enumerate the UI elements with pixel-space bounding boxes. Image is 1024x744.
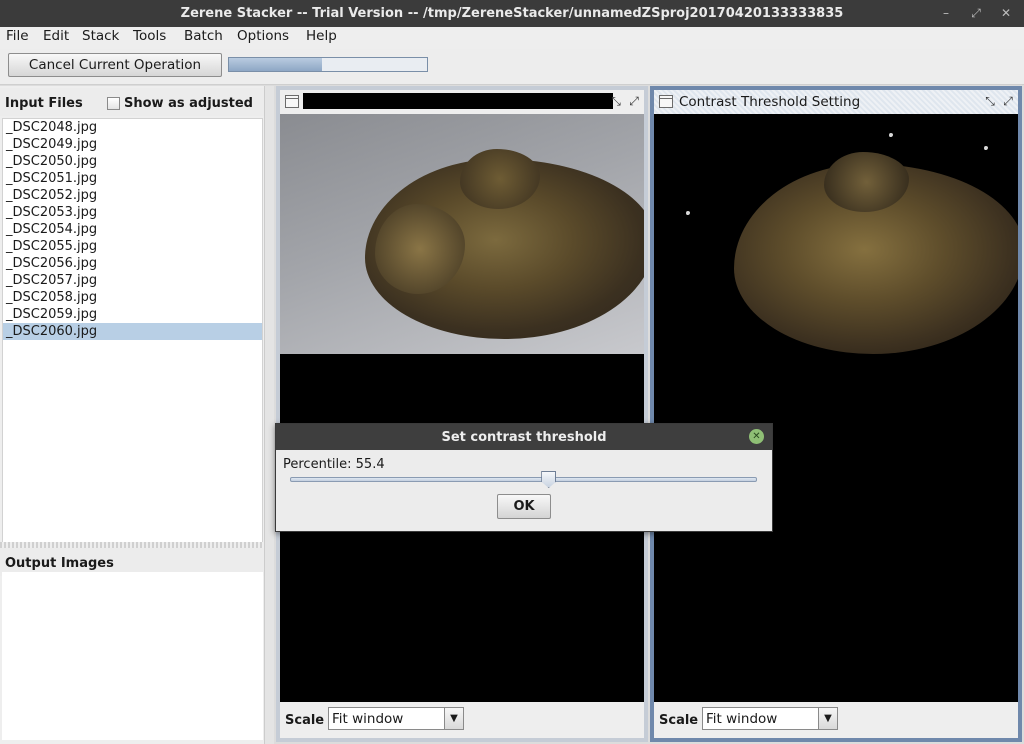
menu-batch[interactable]: Batch <box>184 27 223 49</box>
file-list-item[interactable]: _DSC2049.jpg <box>3 136 262 153</box>
threshold-frame-footer: Scale Fit window ▼ <box>654 702 1018 738</box>
file-list-item[interactable]: _DSC2055.jpg <box>3 238 262 255</box>
menu-tools[interactable]: Tools <box>133 27 166 49</box>
percentile-slider-track[interactable] <box>290 477 757 482</box>
minimize-frame-icon[interactable]: ⤡ <box>982 93 998 109</box>
speck <box>984 146 988 150</box>
file-list-item[interactable]: _DSC2051.jpg <box>3 170 262 187</box>
menu-stack[interactable]: Stack <box>82 27 119 49</box>
input-files-header: Input Files Show as adjusted <box>0 88 264 116</box>
file-list-item[interactable]: _DSC2056.jpg <box>3 255 262 272</box>
scale-label: Scale <box>659 713 699 728</box>
scale-value: Fit window <box>332 711 404 727</box>
percentile-label: Percentile: 55.4 <box>283 457 385 472</box>
vertical-splitter[interactable] <box>264 86 274 744</box>
file-list-item[interactable]: _DSC2060.jpg <box>3 323 262 340</box>
progress-bar <box>228 57 428 72</box>
file-list-item[interactable]: _DSC2052.jpg <box>3 187 262 204</box>
file-list-item[interactable]: _DSC2048.jpg <box>3 119 262 136</box>
speck <box>889 133 893 137</box>
scale-value: Fit window <box>706 711 778 727</box>
redacted-title-bar <box>303 93 613 109</box>
file-list-item[interactable]: _DSC2059.jpg <box>3 306 262 323</box>
close-icon[interactable]: ✕ <box>998 5 1014 21</box>
input-files-title: Input Files <box>5 96 83 111</box>
threshold-image-view[interactable] <box>654 114 1018 702</box>
file-list-item[interactable]: _DSC2057.jpg <box>3 272 262 289</box>
frame-icon <box>659 95 673 108</box>
progress-fill <box>229 58 323 71</box>
menu-options[interactable]: Options <box>237 27 289 49</box>
threshold-image-frame: Contrast Threshold Setting ⤡ ⤢ Scale Fit… <box>650 86 1022 742</box>
window-title: Zerene Stacker -- Trial Version -- /tmp/… <box>180 6 844 21</box>
left-panel: Input Files Show as adjusted _DSC2048.jp… <box>0 86 270 744</box>
ok-button[interactable]: OK <box>497 494 551 519</box>
scale-combobox[interactable]: Fit window ▼ <box>702 707 838 730</box>
maximize-frame-icon[interactable]: ⤢ <box>626 93 642 109</box>
frame-icon <box>285 95 299 108</box>
toolbar: Cancel Current Operation <box>0 49 1024 85</box>
output-image-list[interactable] <box>2 572 263 740</box>
show-adjusted-label[interactable]: Show as adjusted <box>124 96 253 111</box>
output-images-title: Output Images <box>5 556 114 571</box>
source-frame-footer: Scale Fit window ▼ <box>280 702 644 738</box>
show-adjusted-checkbox[interactable] <box>107 97 120 110</box>
file-list-item[interactable]: _DSC2053.jpg <box>3 204 262 221</box>
chevron-down-icon[interactable]: ▼ <box>818 708 837 729</box>
dialog-title: Set contrast threshold <box>441 430 607 445</box>
file-list-item[interactable]: _DSC2050.jpg <box>3 153 262 170</box>
speck <box>686 211 690 215</box>
file-list-item[interactable]: _DSC2054.jpg <box>3 221 262 238</box>
contrast-threshold-dialog: Set contrast threshold ✕ Percentile: 55.… <box>275 423 773 532</box>
threshold-frame-title: Contrast Threshold Setting <box>679 94 861 110</box>
maximize-icon[interactable]: ⤢ <box>968 5 984 21</box>
close-icon[interactable]: ✕ <box>749 429 764 444</box>
percentile-slider-thumb[interactable] <box>541 471 557 488</box>
minimize-icon[interactable]: – <box>938 5 954 21</box>
scale-label: Scale <box>285 713 325 728</box>
input-file-list[interactable]: _DSC2048.jpg _DSC2049.jpg _DSC2050.jpg _DSC… <box>2 118 263 569</box>
menu-file[interactable]: File <box>6 27 29 49</box>
window-titlebar: Zerene Stacker -- Trial Version -- /tmp/… <box>0 0 1024 27</box>
menu-help[interactable]: Help <box>306 27 337 49</box>
chevron-down-icon[interactable]: ▼ <box>444 708 463 729</box>
scale-combobox[interactable]: Fit window ▼ <box>328 707 464 730</box>
minimize-frame-icon[interactable]: ⤡ <box>608 93 624 109</box>
source-image-frame: ⤡ ⤢ Scale Fit window ▼ <box>276 86 648 742</box>
maximize-frame-icon[interactable]: ⤢ <box>1000 93 1016 109</box>
source-frame-header: ⤡ ⤢ <box>280 90 644 114</box>
file-list-item[interactable]: _DSC2058.jpg <box>3 289 262 306</box>
menu-edit[interactable]: Edit <box>43 27 69 49</box>
source-image-view[interactable] <box>280 114 644 702</box>
source-photo <box>280 114 644 354</box>
cancel-operation-button[interactable]: Cancel Current Operation <box>8 53 222 77</box>
menu-bar: File Edit Stack Tools Batch Options Help <box>0 27 1024 49</box>
threshold-photo <box>654 114 1018 354</box>
dialog-titlebar: Set contrast threshold ✕ <box>276 424 772 450</box>
threshold-frame-header: Contrast Threshold Setting ⤡ ⤢ <box>654 90 1018 114</box>
